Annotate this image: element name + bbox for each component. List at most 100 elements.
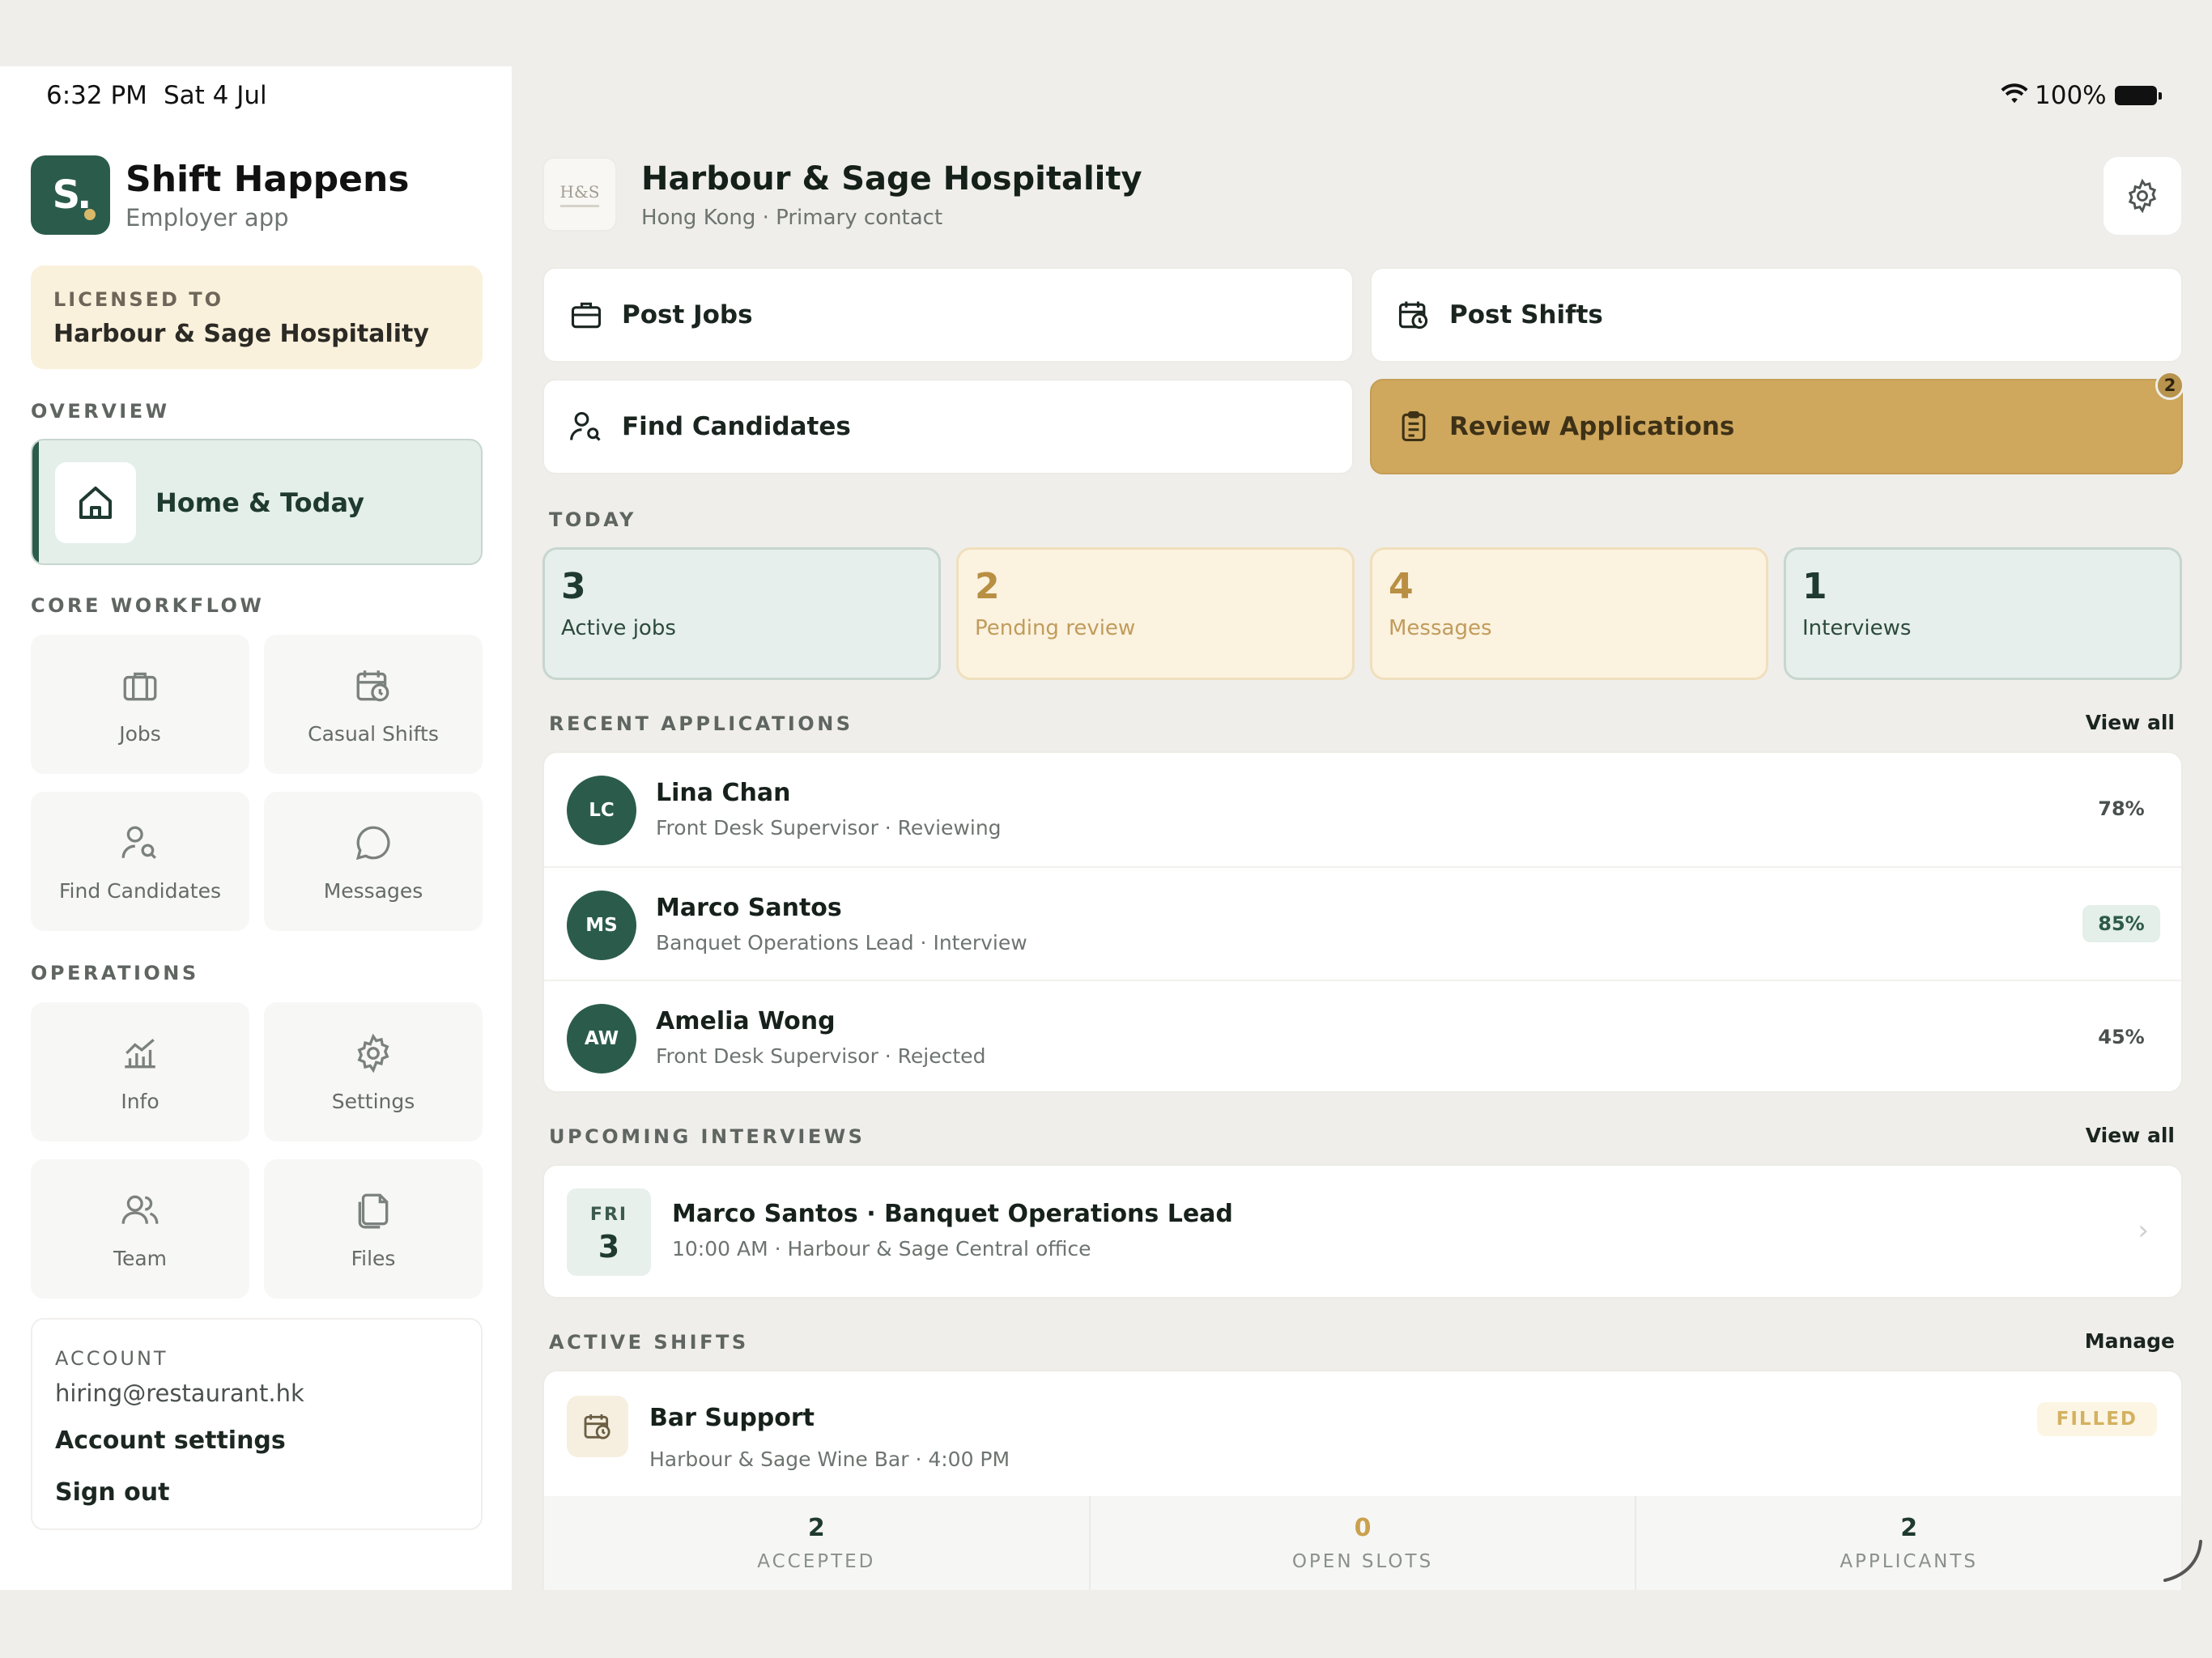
core-workflow-section-label: CORE WORKFLOW bbox=[31, 594, 265, 617]
stat-pending-review[interactable]: 2 Pending review bbox=[956, 547, 1355, 680]
interview-date: FRI 3 bbox=[567, 1188, 651, 1276]
nav-messages-label: Messages bbox=[323, 879, 423, 903]
account-settings-link[interactable]: Account settings bbox=[55, 1426, 286, 1455]
sign-out-link[interactable]: Sign out bbox=[55, 1478, 169, 1507]
shift-stat-value: 2 bbox=[1900, 1514, 1918, 1542]
nav-messages[interactable]: Messages bbox=[264, 792, 483, 931]
person-search-icon bbox=[567, 407, 606, 446]
chart-icon bbox=[125, 1039, 155, 1069]
application-row[interactable]: MS Marco Santos Banquet Operations Lead … bbox=[544, 866, 2181, 980]
shift-meta: Harbour & Sage Wine Bar · 4:00 PM bbox=[649, 1448, 1010, 1471]
review-applications-button[interactable]: Review Applications bbox=[1370, 379, 2183, 474]
overview-section-label: OVERVIEW bbox=[31, 400, 170, 423]
shift-card[interactable]: Bar Support Harbour & Sage Wine Bar · 4:… bbox=[542, 1370, 2183, 1590]
avatar: LC bbox=[567, 776, 636, 845]
active-indicator bbox=[32, 440, 39, 563]
calendar-clock-icon bbox=[356, 670, 389, 702]
stat-interviews[interactable]: 1 Interviews bbox=[1784, 547, 2182, 680]
application-row[interactable]: AW Amelia Wong Front Desk Supervisor · R… bbox=[544, 980, 2181, 1091]
operations-section-label: OPERATIONS bbox=[31, 962, 199, 984]
match-score: 45% bbox=[2098, 1026, 2145, 1048]
nav-settings-label: Settings bbox=[331, 1090, 415, 1113]
battery-percent: 100% bbox=[2035, 81, 2107, 110]
applicant-meta: Front Desk Supervisor · Reviewing bbox=[656, 816, 1002, 840]
stat-value: 4 bbox=[1389, 566, 1414, 607]
nav-find-candidates[interactable]: Find Candidates bbox=[31, 792, 249, 931]
interviews-view-all-link[interactable]: View all bbox=[2086, 1124, 2175, 1147]
stat-label: Active jobs bbox=[561, 616, 676, 640]
stat-messages[interactable]: 4 Messages bbox=[1370, 547, 1768, 680]
stat-active-jobs[interactable]: 3 Active jobs bbox=[542, 547, 941, 680]
brand-logo-dot bbox=[84, 209, 96, 220]
application-row[interactable]: LC Lina Chan Front Desk Supervisor · Rev… bbox=[544, 753, 2181, 866]
applicant-name: Amelia Wong bbox=[656, 1007, 836, 1035]
stat-label: Interviews bbox=[1802, 616, 1912, 640]
chat-bubble-icon bbox=[355, 826, 390, 861]
applicant-name: Marco Santos bbox=[656, 894, 842, 922]
license-name: Harbour & Sage Hospitality bbox=[53, 320, 429, 348]
shift-stat-accepted: 2 ACCEPTED bbox=[544, 1496, 1089, 1590]
find-candidates-label: Find Candidates bbox=[622, 412, 851, 441]
nav-settings[interactable]: Settings bbox=[264, 1002, 483, 1141]
upcoming-interviews-section-label: UPCOMING INTERVIEWS bbox=[549, 1125, 866, 1148]
brand-logo-letter: S. bbox=[52, 172, 92, 218]
nav-info[interactable]: Info bbox=[31, 1002, 249, 1141]
account-card: ACCOUNT hiring@restaurant.hk Account set… bbox=[31, 1318, 483, 1530]
interview-day-of-week: FRI bbox=[589, 1205, 628, 1225]
applicant-meta: Banquet Operations Lead · Interview bbox=[656, 931, 1027, 954]
person-search-icon bbox=[121, 826, 156, 859]
license-card: LICENSED TO Harbour & Sage Hospitality bbox=[31, 266, 483, 369]
shift-stat-open-slots: 0 OPEN SLOTS bbox=[1088, 1496, 1636, 1590]
org-name: Harbour & Sage Hospitality bbox=[641, 160, 1142, 198]
settings-button[interactable] bbox=[2104, 157, 2181, 235]
applications-view-all-link[interactable]: View all bbox=[2086, 711, 2175, 734]
stat-label: Messages bbox=[1389, 616, 1492, 640]
clipboard-icon bbox=[1394, 407, 1433, 446]
status-date: Sat 4 Jul bbox=[164, 81, 267, 110]
applicant-name: Lina Chan bbox=[656, 779, 791, 807]
nav-files[interactable]: Files bbox=[264, 1159, 483, 1299]
match-score: 85% bbox=[2082, 905, 2160, 942]
account-kicker: ACCOUNT bbox=[55, 1347, 168, 1370]
nav-team[interactable]: Team bbox=[31, 1159, 249, 1299]
shifts-manage-link[interactable]: Manage bbox=[2085, 1329, 2175, 1353]
shift-stat-label: APPLICANTS bbox=[1840, 1551, 1979, 1572]
nav-casual-shifts[interactable]: Casual Shifts bbox=[264, 635, 483, 774]
account-email: hiring@restaurant.hk bbox=[55, 1380, 304, 1407]
brand-logo: S. bbox=[31, 155, 110, 235]
nav-jobs[interactable]: Jobs bbox=[31, 635, 249, 774]
active-shifts-section-label: ACTIVE SHIFTS bbox=[549, 1331, 749, 1354]
brand-name: Shift Happens bbox=[125, 159, 410, 200]
battery-icon bbox=[2115, 86, 2162, 105]
brand-subtitle: Employer app bbox=[125, 204, 289, 232]
interview-row[interactable]: FRI 3 Marco Santos · Banquet Operations … bbox=[542, 1164, 2183, 1299]
review-applications-label: Review Applications bbox=[1449, 412, 1735, 441]
applicant-meta: Front Desk Supervisor · Rejected bbox=[656, 1044, 986, 1068]
org-subtitle: Hong Kong · Primary contact bbox=[641, 206, 943, 230]
post-jobs-button[interactable]: Post Jobs bbox=[542, 267, 1354, 363]
find-candidates-button[interactable]: Find Candidates bbox=[542, 379, 1354, 474]
interview-meta: 10:00 AM · Harbour & Sage Central office bbox=[672, 1237, 1091, 1261]
status-time: 6:32 PM bbox=[46, 81, 147, 110]
stat-value: 2 bbox=[975, 566, 1000, 607]
shift-stat-value: 2 bbox=[807, 1514, 825, 1542]
post-jobs-label: Post Jobs bbox=[622, 300, 753, 329]
shift-stat-value: 0 bbox=[1354, 1514, 1372, 1542]
nav-find-candidates-label: Find Candidates bbox=[59, 879, 221, 903]
post-shifts-button[interactable]: Post Shifts bbox=[1370, 267, 2183, 363]
nav-home-label: Home & Today bbox=[155, 487, 364, 518]
briefcase-icon bbox=[567, 295, 606, 334]
files-icon bbox=[358, 1193, 389, 1229]
recent-applications-list: LC Lina Chan Front Desk Supervisor · Rev… bbox=[542, 751, 2183, 1093]
nav-info-label: Info bbox=[121, 1090, 160, 1113]
scroll-indicator-icon bbox=[2163, 1540, 2202, 1582]
review-count-badge: 2 bbox=[2155, 371, 2184, 400]
org-logo-monogram: H&S bbox=[559, 181, 600, 202]
wifi-icon bbox=[2001, 83, 2028, 104]
calendar-clock-icon bbox=[1394, 295, 1433, 334]
nav-home-today[interactable]: Home & Today bbox=[31, 439, 483, 565]
license-kicker: LICENSED TO bbox=[53, 288, 224, 311]
stat-value: 3 bbox=[561, 566, 586, 607]
people-icon bbox=[121, 1195, 159, 1224]
org-logo-rule bbox=[560, 204, 599, 207]
